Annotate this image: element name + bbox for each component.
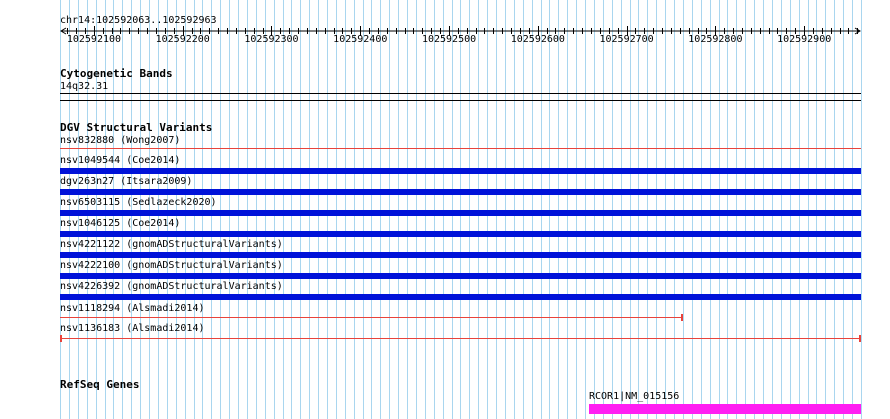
ruler-tick-label: 102592100 bbox=[66, 34, 122, 45]
ruler-tick-label: 102592600 bbox=[510, 34, 565, 45]
dgv-feature-bar[interactable] bbox=[60, 317, 682, 318]
dgv-feature-bar[interactable] bbox=[60, 148, 861, 149]
dgv-feature-bar[interactable] bbox=[60, 168, 861, 174]
dgv-feature-end-cap bbox=[681, 314, 683, 321]
dgv-feature-label: nsv1049544 (Coe2014) bbox=[60, 155, 181, 166]
dgv-feature-label: nsv1046125 (Coe2014) bbox=[60, 218, 181, 229]
dgv-feature-bar[interactable] bbox=[60, 210, 861, 216]
ruler-tick-label: 102592300 bbox=[244, 34, 299, 45]
cytoband-line-top bbox=[60, 93, 861, 94]
ruler-tick-label: 102592500 bbox=[421, 34, 477, 45]
dgv-feature-bar[interactable] bbox=[60, 273, 861, 279]
dgv-track-title: DGV Structural Variants bbox=[60, 121, 213, 134]
coordinate-label: chr14:102592063..102592963 bbox=[60, 15, 217, 26]
dgv-feature-bar[interactable] bbox=[60, 252, 861, 258]
dgv-feature-label: nsv1118294 (Alsmadi2014) bbox=[60, 303, 205, 314]
refseq-gene-bar[interactable] bbox=[589, 404, 861, 414]
refseq-track-title: RefSeq Genes bbox=[60, 378, 140, 391]
ruler-tick-label: 102592800 bbox=[688, 34, 743, 45]
cytoband-line-bottom bbox=[60, 100, 861, 101]
dgv-feature-bar[interactable] bbox=[60, 231, 861, 237]
ruler-tick-label: 102592900 bbox=[777, 34, 832, 45]
ruler-tick-label: 102592200 bbox=[155, 34, 210, 45]
dgv-feature-bar[interactable] bbox=[60, 294, 861, 300]
dgv-feature-label: nsv4226392 (gnomADStructuralVariants) bbox=[60, 281, 283, 292]
ruler-tick-label: 102592700 bbox=[599, 34, 654, 45]
dgv-feature-label: nsv1136183 (Alsmadi2014) bbox=[60, 323, 205, 334]
cytoband-label: 14q32.31 bbox=[60, 81, 109, 92]
dgv-feature-label: nsv4222100 (gnomADStructuralVariants) bbox=[60, 260, 283, 271]
cytoband-track-title: Cytogenetic Bands bbox=[60, 67, 173, 80]
dgv-feature-start-cap bbox=[60, 335, 62, 342]
ruler-tick-label: 102592400 bbox=[333, 34, 388, 45]
dgv-feature-bar[interactable] bbox=[60, 189, 861, 195]
refseq-gene-label: RCOR1|NM_015156 bbox=[589, 391, 680, 402]
dgv-feature-label: nsv4221122 (gnomADStructuralVariants) bbox=[60, 239, 283, 250]
dgv-feature-bar[interactable] bbox=[60, 338, 861, 339]
dgv-feature-label: nsv832880 (Wong2007) bbox=[60, 135, 181, 146]
dgv-feature-label: nsv6503115 (Sedlazeck2020) bbox=[60, 197, 217, 208]
dgv-feature-end-cap bbox=[859, 335, 861, 342]
dgv-feature-label: dgv263n27 (Itsara2009) bbox=[60, 176, 193, 187]
